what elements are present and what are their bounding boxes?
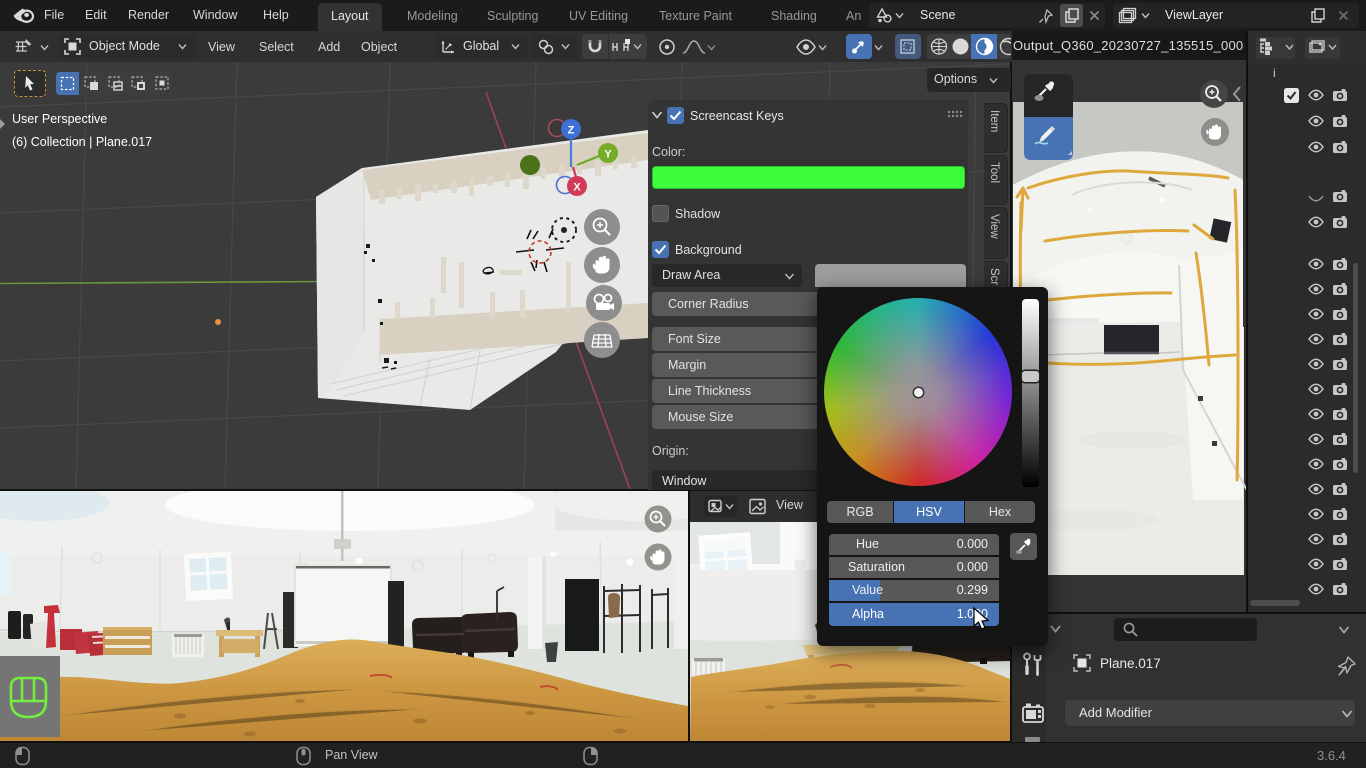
svg-text:i: i xyxy=(1273,66,1276,80)
svg-text:Z: Z xyxy=(568,125,575,137)
svg-text:Y: Y xyxy=(604,149,612,161)
svg-text:User Perspective: User Perspective xyxy=(12,112,107,126)
svg-text:X: X xyxy=(573,182,581,194)
svg-text:(6) Collection | Plane.017: (6) Collection | Plane.017 xyxy=(12,135,152,149)
